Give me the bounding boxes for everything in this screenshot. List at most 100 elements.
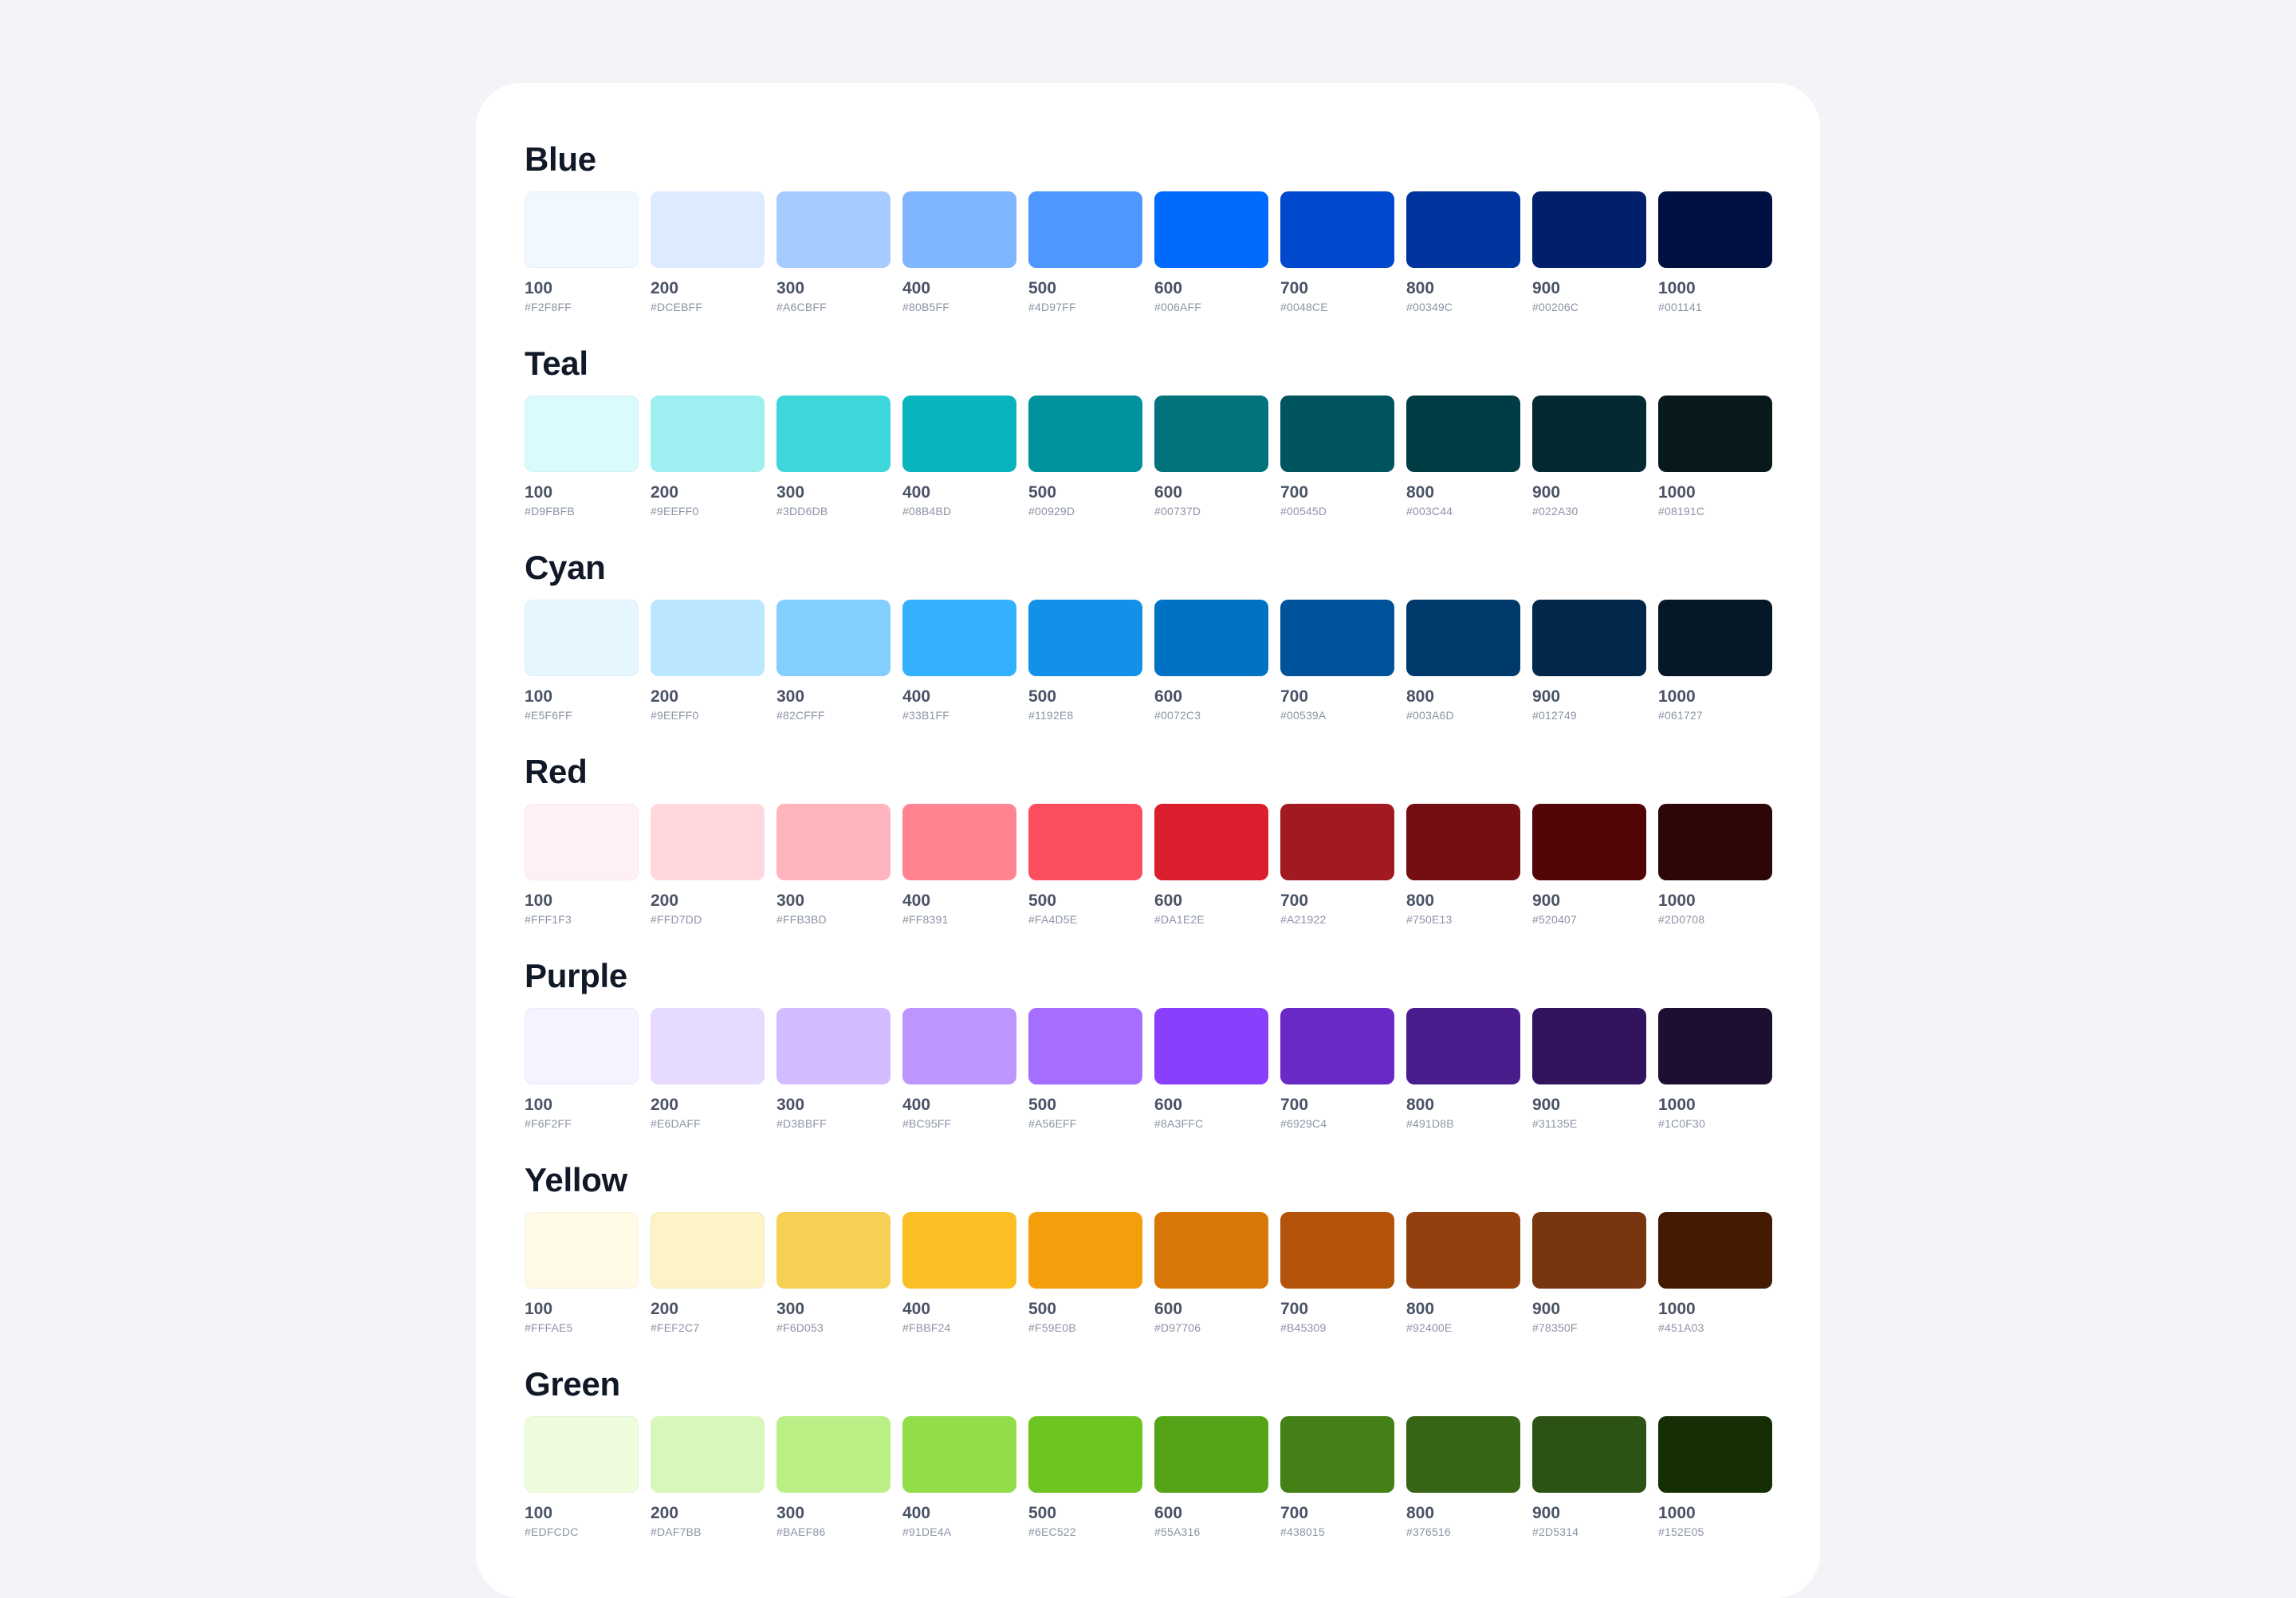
swatch-yellow-500[interactable]: 500 #F59E0B	[1028, 1212, 1142, 1335]
swatch-color-chip[interactable]	[1406, 1212, 1520, 1289]
swatch-color-chip[interactable]	[1532, 1008, 1646, 1084]
swatch-purple-400[interactable]: 400 #BC95FF	[902, 1008, 1016, 1131]
swatch-color-chip[interactable]	[902, 1212, 1016, 1289]
swatch-green-200[interactable]: 200 #DAF7BB	[651, 1416, 765, 1539]
swatch-cyan-500[interactable]: 500 #1192E8	[1028, 600, 1142, 722]
swatch-purple-200[interactable]: 200 #E6DAFF	[651, 1008, 765, 1131]
swatch-red-700[interactable]: 700 #A21922	[1280, 804, 1394, 927]
swatch-color-chip[interactable]	[525, 1008, 639, 1084]
swatch-color-chip[interactable]	[1532, 396, 1646, 472]
swatch-color-chip[interactable]	[776, 1212, 890, 1289]
swatch-color-chip[interactable]	[776, 191, 890, 268]
swatch-color-chip[interactable]	[1280, 396, 1394, 472]
swatch-color-chip[interactable]	[1406, 804, 1520, 880]
swatch-color-chip[interactable]	[1658, 804, 1772, 880]
swatch-cyan-600[interactable]: 600 #0072C3	[1154, 600, 1268, 722]
swatch-blue-600[interactable]: 600 #006AFF	[1154, 191, 1268, 314]
swatch-color-chip[interactable]	[1154, 1212, 1268, 1289]
swatch-color-chip[interactable]	[1280, 804, 1394, 880]
swatch-red-600[interactable]: 600 #DA1E2E	[1154, 804, 1268, 927]
swatch-color-chip[interactable]	[1280, 1008, 1394, 1084]
swatch-purple-800[interactable]: 800 #491D8B	[1406, 1008, 1520, 1131]
swatch-color-chip[interactable]	[1406, 1008, 1520, 1084]
swatch-blue-1000[interactable]: 1000 #001141	[1658, 191, 1772, 314]
swatch-cyan-100[interactable]: 100 #E5F6FF	[525, 600, 639, 722]
swatch-color-chip[interactable]	[1532, 804, 1646, 880]
swatch-color-chip[interactable]	[776, 600, 890, 676]
swatch-color-chip[interactable]	[1028, 191, 1142, 268]
swatch-yellow-600[interactable]: 600 #D97706	[1154, 1212, 1268, 1335]
swatch-color-chip[interactable]	[1028, 1212, 1142, 1289]
swatch-purple-900[interactable]: 900 #31135E	[1532, 1008, 1646, 1131]
swatch-red-300[interactable]: 300 #FFB3BD	[776, 804, 890, 927]
swatch-purple-500[interactable]: 500 #A56EFF	[1028, 1008, 1142, 1131]
swatch-green-1000[interactable]: 1000 #152E05	[1658, 1416, 1772, 1539]
swatch-yellow-800[interactable]: 800 #92400E	[1406, 1212, 1520, 1335]
swatch-green-400[interactable]: 400 #91DE4A	[902, 1416, 1016, 1539]
swatch-purple-1000[interactable]: 1000 #1C0F30	[1658, 1008, 1772, 1131]
swatch-color-chip[interactable]	[902, 1008, 1016, 1084]
swatch-cyan-200[interactable]: 200 #9EEFF0	[651, 600, 765, 722]
swatch-color-chip[interactable]	[651, 396, 765, 472]
swatch-color-chip[interactable]	[1028, 1008, 1142, 1084]
swatch-color-chip[interactable]	[1406, 396, 1520, 472]
swatch-color-chip[interactable]	[651, 191, 765, 268]
swatch-color-chip[interactable]	[776, 804, 890, 880]
swatch-teal-700[interactable]: 700 #00545D	[1280, 396, 1394, 518]
swatch-cyan-400[interactable]: 400 #33B1FF	[902, 600, 1016, 722]
swatch-teal-900[interactable]: 900 #022A30	[1532, 396, 1646, 518]
swatch-red-200[interactable]: 200 #FFD7DD	[651, 804, 765, 927]
swatch-cyan-300[interactable]: 300 #82CFFF	[776, 600, 890, 722]
swatch-color-chip[interactable]	[1532, 191, 1646, 268]
swatch-yellow-100[interactable]: 100 #FFFAE5	[525, 1212, 639, 1335]
swatch-color-chip[interactable]	[1028, 1416, 1142, 1493]
swatch-color-chip[interactable]	[1154, 191, 1268, 268]
swatch-color-chip[interactable]	[1406, 600, 1520, 676]
swatch-teal-1000[interactable]: 1000 #08191C	[1658, 396, 1772, 518]
swatch-color-chip[interactable]	[1658, 396, 1772, 472]
swatch-yellow-900[interactable]: 900 #78350F	[1532, 1212, 1646, 1335]
swatch-color-chip[interactable]	[1154, 1416, 1268, 1493]
swatch-color-chip[interactable]	[651, 1008, 765, 1084]
swatch-green-600[interactable]: 600 #55A316	[1154, 1416, 1268, 1539]
swatch-blue-900[interactable]: 900 #00206C	[1532, 191, 1646, 314]
swatch-color-chip[interactable]	[902, 1416, 1016, 1493]
swatch-purple-700[interactable]: 700 #6929C4	[1280, 1008, 1394, 1131]
swatch-red-900[interactable]: 900 #520407	[1532, 804, 1646, 927]
swatch-teal-300[interactable]: 300 #3DD6DB	[776, 396, 890, 518]
swatch-color-chip[interactable]	[525, 396, 639, 472]
swatch-cyan-800[interactable]: 800 #003A6D	[1406, 600, 1520, 722]
swatch-blue-400[interactable]: 400 #80B5FF	[902, 191, 1016, 314]
swatch-color-chip[interactable]	[902, 804, 1016, 880]
swatch-color-chip[interactable]	[1658, 600, 1772, 676]
swatch-purple-100[interactable]: 100 #F6F2FF	[525, 1008, 639, 1131]
swatch-green-300[interactable]: 300 #BAEF86	[776, 1416, 890, 1539]
swatch-color-chip[interactable]	[1154, 1008, 1268, 1084]
swatch-color-chip[interactable]	[651, 600, 765, 676]
swatch-teal-500[interactable]: 500 #00929D	[1028, 396, 1142, 518]
swatch-green-800[interactable]: 800 #376516	[1406, 1416, 1520, 1539]
swatch-teal-800[interactable]: 800 #003C44	[1406, 396, 1520, 518]
swatch-teal-600[interactable]: 600 #00737D	[1154, 396, 1268, 518]
swatch-teal-400[interactable]: 400 #08B4BD	[902, 396, 1016, 518]
swatch-color-chip[interactable]	[1532, 1212, 1646, 1289]
swatch-yellow-700[interactable]: 700 #B45309	[1280, 1212, 1394, 1335]
swatch-color-chip[interactable]	[776, 1008, 890, 1084]
swatch-color-chip[interactable]	[1532, 1416, 1646, 1493]
swatch-red-800[interactable]: 800 #750E13	[1406, 804, 1520, 927]
swatch-red-100[interactable]: 100 #FFF1F3	[525, 804, 639, 927]
swatch-blue-300[interactable]: 300 #A6CBFF	[776, 191, 890, 314]
swatch-color-chip[interactable]	[651, 1212, 765, 1289]
swatch-yellow-200[interactable]: 200 #FEF2C7	[651, 1212, 765, 1335]
swatch-color-chip[interactable]	[1280, 600, 1394, 676]
swatch-blue-200[interactable]: 200 #DCEBFF	[651, 191, 765, 314]
swatch-cyan-700[interactable]: 700 #00539A	[1280, 600, 1394, 722]
swatch-color-chip[interactable]	[1028, 396, 1142, 472]
swatch-color-chip[interactable]	[902, 396, 1016, 472]
swatch-color-chip[interactable]	[1280, 191, 1394, 268]
swatch-color-chip[interactable]	[1658, 191, 1772, 268]
swatch-green-700[interactable]: 700 #438015	[1280, 1416, 1394, 1539]
swatch-teal-200[interactable]: 200 #9EEFF0	[651, 396, 765, 518]
swatch-color-chip[interactable]	[525, 600, 639, 676]
swatch-color-chip[interactable]	[1658, 1008, 1772, 1084]
